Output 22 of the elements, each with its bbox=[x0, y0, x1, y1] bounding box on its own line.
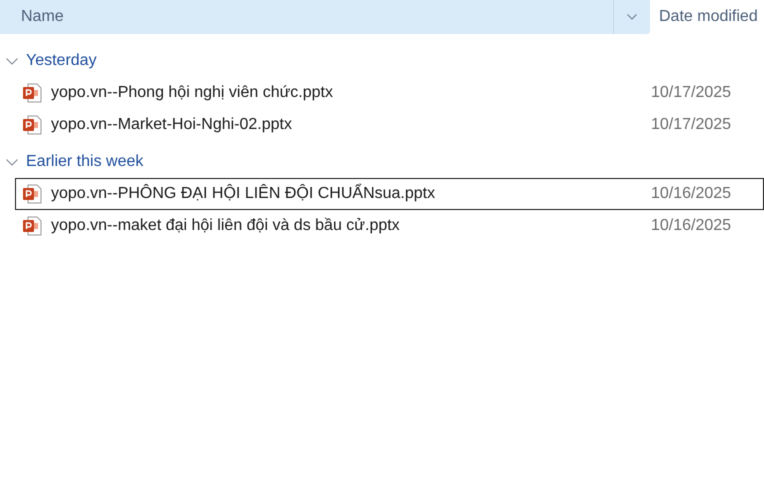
file-name: yopo.vn--maket đại hội liên đội và ds bầu cử.pptx bbox=[51, 216, 401, 236]
file-name: yopo.vn--Phong hội nghị viên chức.pptx bbox=[51, 83, 334, 103]
file-row[interactable]: yopo.vn--PHÔNG ĐẠI HỘI LIÊN ĐỘI CHUẨNsua.pptx 10/16/2025 bbox=[15, 178, 764, 210]
dropdown-chevron-icon[interactable] bbox=[627, 14, 637, 20]
date-modified: 10/16/2025 bbox=[651, 216, 732, 236]
file-row[interactable]: yopo.vn--Market-Hoi-Nghi-02.pptx 10/17/2025 bbox=[15, 109, 764, 141]
date-modified: 10/16/2025 bbox=[651, 184, 732, 204]
presentation-file-icon bbox=[22, 216, 42, 236]
presentation-file-icon bbox=[22, 115, 42, 135]
chevron-icon[interactable] bbox=[6, 158, 18, 166]
group-header[interactable]: Yesterday bbox=[0, 50, 764, 72]
group-header[interactable]: Earlier this week bbox=[0, 151, 764, 173]
file-row[interactable]: yopo.vn--Phong hội nghị viên chức.pptx 10/17/2025 bbox=[15, 77, 764, 109]
date-modified: 10/17/2025 bbox=[651, 83, 732, 103]
presentation-file-icon bbox=[22, 184, 42, 204]
file-row[interactable]: yopo.vn--maket đại hội liên đội và ds bầu cử.pptx 10/16/2025 bbox=[15, 210, 764, 242]
chevron-icon[interactable] bbox=[6, 58, 18, 64]
date-modified: 10/17/2025 bbox=[651, 115, 732, 135]
presentation-file-icon bbox=[22, 83, 42, 103]
file-name: yopo.vn--PHÔNG ĐẠI HỘI LIÊN ĐỘI CHUẨNsua.pptx bbox=[51, 182, 436, 204]
column-header[interactable]: Name bbox=[0, 0, 650, 34]
file-name: yopo.vn--Market-Hoi-Nghi-02.pptx bbox=[51, 115, 293, 135]
